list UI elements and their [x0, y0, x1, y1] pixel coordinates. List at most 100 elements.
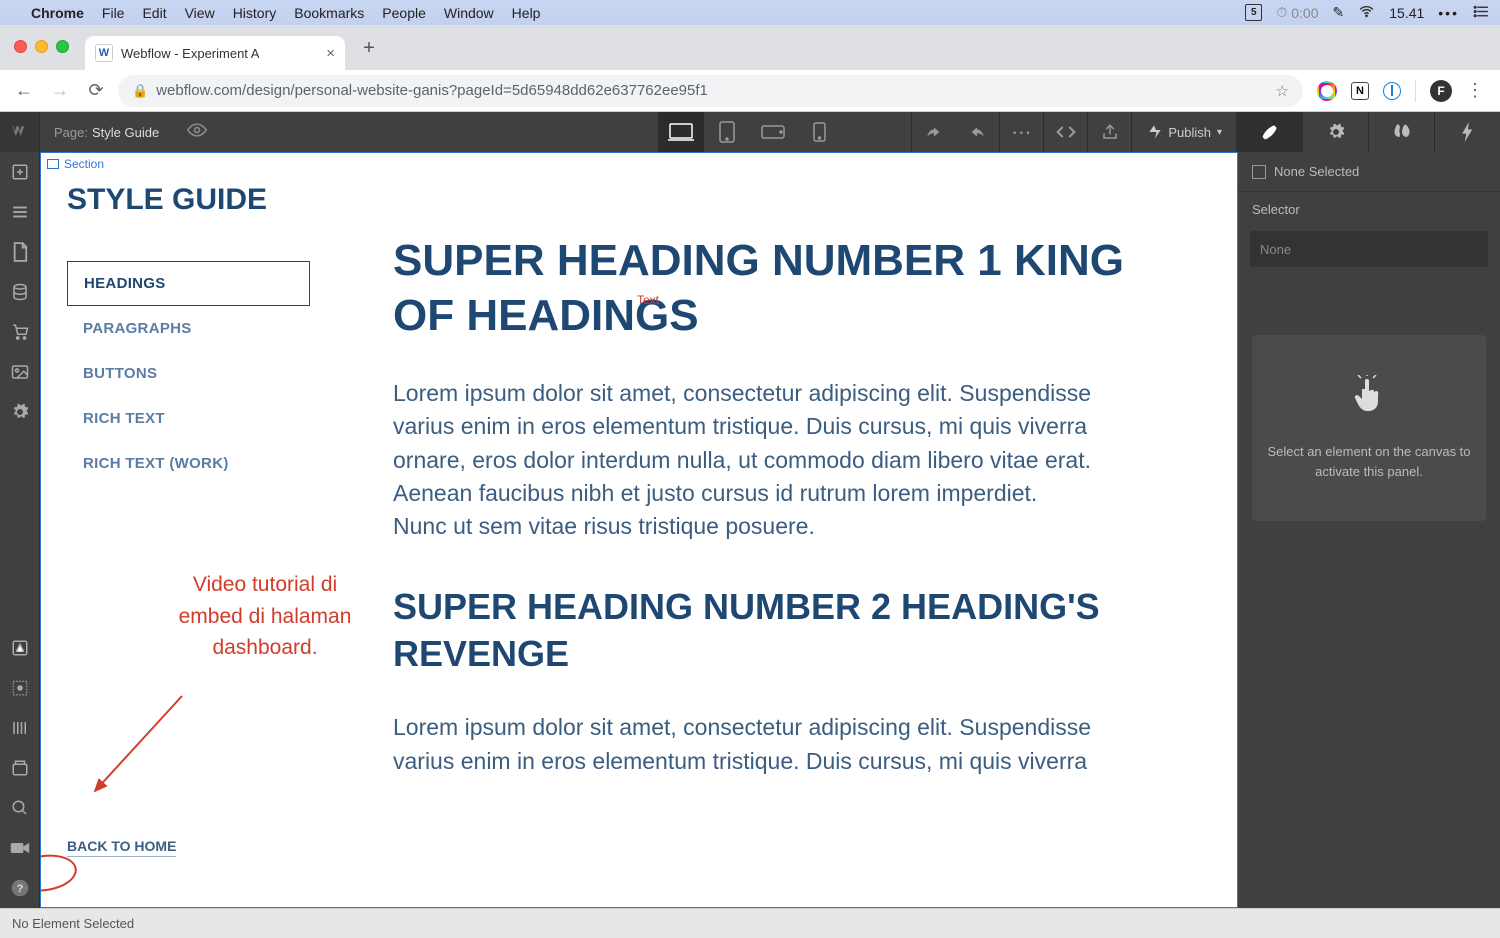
heading-2[interactable]: SUPER HEADING NUMBER 2 HEADING'S REVENGE	[393, 584, 1181, 678]
annotation-arrow-icon	[77, 691, 197, 811]
timer-icon[interactable]: ⏱0:00	[1276, 4, 1318, 21]
chrome-menu-button[interactable]: ⋮	[1466, 80, 1484, 101]
menubar-clock[interactable]: 15.41	[1389, 5, 1424, 21]
menu-view[interactable]: View	[176, 5, 224, 21]
lock-icon: 🔒	[132, 83, 148, 99]
selection-box-icon	[1252, 165, 1266, 179]
search-button[interactable]	[0, 788, 39, 828]
forward-button[interactable]: →	[46, 77, 74, 105]
menu-window[interactable]: Window	[435, 5, 503, 21]
sidebar-item-buttons[interactable]: BUTTONS	[67, 351, 310, 396]
redo-button[interactable]	[955, 112, 999, 152]
xray-button[interactable]	[0, 668, 39, 708]
chevron-down-icon: ▾	[1217, 127, 1222, 138]
siri-menu-icon[interactable]: •••	[1438, 5, 1459, 21]
wifi-icon[interactable]	[1358, 3, 1375, 23]
annotation-text: Video tutorial di embed di halaman dashb…	[165, 569, 365, 664]
device-tablet-button[interactable]	[704, 112, 750, 152]
project-settings-button[interactable]	[0, 392, 39, 432]
text-element-marker: Text	[637, 293, 659, 307]
list-menu-icon[interactable]	[1473, 3, 1490, 23]
code-button[interactable]	[1043, 112, 1087, 152]
menu-file[interactable]: File	[93, 5, 134, 21]
pages-button[interactable]	[0, 232, 39, 272]
sidebar-item-rich-text[interactable]: RICH TEXT	[67, 396, 310, 441]
webflow-right-panel: None Selected Selector None Select an el…	[1238, 152, 1500, 908]
reload-button[interactable]: ⟳	[82, 77, 110, 105]
pointer-hand-icon	[1266, 375, 1472, 428]
style-tab-icon[interactable]	[1236, 112, 1302, 152]
selector-input[interactable]: None	[1250, 231, 1488, 267]
webflow-topbar: Page:Style Guide ⋯ Publish ▾	[0, 112, 1500, 152]
components-button[interactable]	[0, 628, 39, 668]
webflow-logo-icon[interactable]	[0, 112, 40, 152]
menu-bookmarks[interactable]: Bookmarks	[285, 5, 373, 21]
window-controls	[14, 40, 69, 53]
paragraph-2[interactable]: Lorem ipsum dolor sit amet, consectetur …	[393, 711, 1093, 778]
status-text: No Element Selected	[12, 916, 134, 931]
interactions-tab-icon[interactable]	[1434, 112, 1500, 152]
tab-title: Webflow - Experiment A	[121, 46, 259, 61]
more-button[interactable]: ⋯	[999, 112, 1043, 152]
star-bookmark-icon[interactable]: ☆	[1276, 82, 1289, 100]
onepassword-extension-icon[interactable]	[1383, 82, 1401, 100]
audit-button[interactable]	[0, 708, 39, 748]
page-content: SUPER HEADING NUMBER 1 KING OF HEADINGS …	[337, 153, 1237, 907]
sidebar-item-headings[interactable]: HEADINGS	[67, 261, 310, 306]
video-tutorial-button[interactable]	[0, 828, 39, 868]
sidebar-item-rich-text-work[interactable]: RICH TEXT (WORK)	[67, 441, 310, 486]
instagram-extension-icon[interactable]	[1317, 81, 1337, 101]
sidebar-title: STYLE GUIDE	[67, 183, 310, 217]
ecommerce-button[interactable]	[0, 312, 39, 352]
help-button[interactable]: ?	[0, 868, 39, 908]
paragraph-1[interactable]: Lorem ipsum dolor sit amet, consectetur …	[393, 377, 1093, 544]
heading-1[interactable]: SUPER HEADING NUMBER 1 KING OF HEADINGS	[393, 233, 1181, 343]
minimize-window-button[interactable]	[35, 40, 48, 53]
sidebar-item-paragraphs[interactable]: PARAGRAPHS	[67, 306, 310, 351]
url-text: webflow.com/design/personal-website-gani…	[156, 82, 1267, 99]
webflow-status-bar: No Element Selected	[0, 908, 1500, 938]
menu-history[interactable]: History	[224, 5, 286, 21]
notion-extension-icon[interactable]: N	[1351, 82, 1369, 100]
export-button[interactable]	[1087, 112, 1131, 152]
style-manager-tab-icon[interactable]	[1368, 112, 1434, 152]
device-desktop-button[interactable]	[658, 112, 704, 152]
page-indicator[interactable]: Page:Style Guide	[40, 125, 173, 140]
close-window-button[interactable]	[14, 40, 27, 53]
menu-edit[interactable]: Edit	[133, 5, 175, 21]
preview-toggle-icon[interactable]	[187, 123, 207, 142]
browser-tab[interactable]: W Webflow - Experiment A ×	[85, 36, 345, 70]
device-tablet-landscape-button[interactable]	[750, 112, 796, 152]
address-bar[interactable]: 🔒 webflow.com/design/personal-website-ga…	[118, 75, 1303, 107]
pencil-menulet-icon[interactable]: ✎	[1333, 4, 1345, 21]
maximize-window-button[interactable]	[56, 40, 69, 53]
webflow-app: Page:Style Guide ⋯ Publish ▾	[0, 112, 1500, 938]
back-button[interactable]: ←	[10, 77, 38, 105]
none-selected-row: None Selected	[1238, 152, 1500, 192]
menu-app[interactable]: Chrome	[22, 5, 93, 21]
navigator-button[interactable]	[0, 192, 39, 232]
webflow-favicon-icon: W	[95, 44, 113, 62]
undo-button[interactable]	[911, 112, 955, 152]
cms-button[interactable]	[0, 272, 39, 312]
calendar-menulet-icon[interactable]: 5	[1245, 4, 1262, 21]
profile-avatar[interactable]: F	[1430, 80, 1452, 102]
menu-help[interactable]: Help	[503, 5, 550, 21]
device-toggle	[658, 112, 842, 152]
add-element-button[interactable]	[0, 152, 39, 192]
svg-text:?: ?	[16, 883, 23, 895]
device-mobile-button[interactable]	[796, 112, 842, 152]
tab-close-icon[interactable]: ×	[326, 45, 335, 62]
chrome-toolbar: ← → ⟳ 🔒 webflow.com/design/personal-webs…	[0, 70, 1500, 112]
assets-button[interactable]	[0, 352, 39, 392]
webflow-canvas[interactable]: Section STYLE GUIDE HEADINGS PARAGRAPHS …	[40, 152, 1238, 908]
back-to-home-link[interactable]: BACK TO HOME	[67, 838, 176, 857]
backup-button[interactable]	[0, 748, 39, 788]
right-panel-tabs	[1236, 112, 1500, 152]
chrome-tab-strip: W Webflow - Experiment A × +	[0, 25, 1500, 70]
settings-tab-icon[interactable]	[1302, 112, 1368, 152]
empty-panel-message: Select an element on the canvas to activ…	[1252, 335, 1486, 521]
new-tab-button[interactable]: +	[355, 34, 383, 62]
publish-button[interactable]: Publish ▾	[1131, 112, 1236, 152]
menu-people[interactable]: People	[373, 5, 435, 21]
